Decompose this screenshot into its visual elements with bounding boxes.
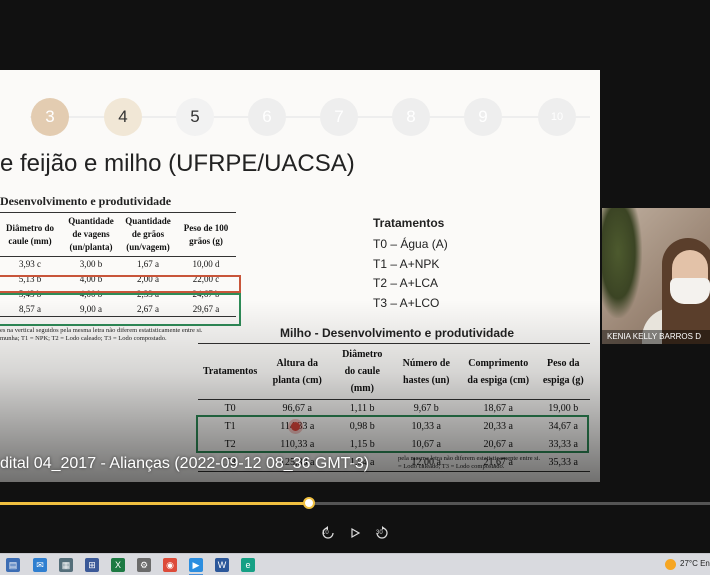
table-cell: 10,00 d <box>192 259 220 270</box>
treatments-list: T0 – Água (A) T1 – A+NPK T2 – A+LCA T3 –… <box>373 235 448 313</box>
participant-name: KENIA KELLY BARROS D <box>602 330 710 344</box>
presentation-slide: 3 4 5 6 7 8 9 10 e feijão e milho (UFRPE… <box>0 70 600 482</box>
video-title: dital 04_2017 - Alianças (2022-09-12 08_… <box>0 455 370 472</box>
table-header: Diâmetro do caule (mm) <box>332 343 393 400</box>
calculator-icon[interactable]: ▦ <box>59 558 73 572</box>
table-cell: 1,67 a <box>137 259 159 270</box>
highlight-box-red <box>0 275 241 293</box>
progress-thumb[interactable] <box>303 497 315 509</box>
highlight-box-green <box>0 293 241 326</box>
step-5: 5 <box>176 98 214 136</box>
weather-icon[interactable] <box>665 559 676 570</box>
step-9: 9 <box>464 98 502 136</box>
play-button[interactable] <box>346 524 364 542</box>
table-cell: 35,33 a <box>536 453 591 472</box>
step-indicator: 3 4 5 6 7 8 9 10 <box>0 98 600 138</box>
table-header: Tratamentos <box>198 343 263 400</box>
bean-table-footnote: es na vertical seguidos pela mesma letra… <box>0 327 203 343</box>
step-8: 8 <box>392 98 430 136</box>
table-header: Diâmetro do caule (mm) <box>0 211 62 258</box>
highlight-box-green <box>196 415 589 453</box>
word-icon[interactable]: W <box>215 558 229 572</box>
footnote-line: pela mesma letra não diferem estatistica… <box>398 455 541 462</box>
chrome-icon[interactable]: ◉ <box>163 558 177 572</box>
pointer-cursor <box>291 422 300 431</box>
table-cell: 3,00 b <box>79 259 103 270</box>
step-7: 7 <box>320 98 358 136</box>
step-6: 6 <box>248 98 286 136</box>
treatments-title: Tratamentos <box>373 216 445 230</box>
table-header: Peso de 100 grãos (g) <box>176 211 236 258</box>
settings-icon[interactable]: ⚙ <box>137 558 151 572</box>
webcam-plant <box>602 208 642 318</box>
progress-fill <box>0 502 309 505</box>
footnote-line: munha; T1 = NPK; T2 = Lodo caleado; T3 =… <box>0 334 167 342</box>
forward-seconds: 30 <box>376 530 383 536</box>
treatment-item: T1 – A+NPK <box>373 256 440 271</box>
treatment-item: T2 – A+LCA <box>373 276 439 290</box>
webcam-person-mask <box>670 278 710 304</box>
taskbar: ▤ ✉ ▦ ⊞ X ⚙ ◉ ▶ W e 27°C En <box>0 553 710 575</box>
bean-table-title: Desenvolvimento e produtividade <box>0 194 172 208</box>
table-header: Número de hastes (un) <box>392 343 461 400</box>
rewind-seconds: 10 <box>322 530 329 536</box>
excel-icon[interactable]: X <box>111 558 125 572</box>
play-icon <box>351 527 361 539</box>
meeting-recording-screen: 3 4 5 6 7 8 9 10 e feijão e milho (UFRPE… <box>0 0 710 575</box>
network-icon[interactable]: ⊞ <box>85 558 99 572</box>
weather-temperature: 27°C En <box>680 559 710 568</box>
corn-table-title: Milho - Desenvolvimento e produtividade <box>280 326 515 340</box>
footnote-line: es na vertical seguidos pela mesma letra… <box>0 327 203 334</box>
corn-table-footnote: pela mesma letra não diferem estatistica… <box>398 455 540 471</box>
step-4: 4 <box>104 98 142 136</box>
app-icon[interactable]: ▤ <box>6 558 20 572</box>
table-header: Peso da espiga (g) <box>536 343 591 400</box>
table-header: Altura da planta (cm) <box>262 343 333 400</box>
step-10: 10 <box>538 98 576 136</box>
footnote-line: = Lodo caleado; T3 = Lodo compostado. <box>398 462 505 470</box>
step-3: 3 <box>31 98 69 136</box>
treatment-item: T0 – Água (A) <box>373 237 448 251</box>
edge-icon[interactable]: e <box>241 558 255 572</box>
media-player-icon[interactable]: ▶ <box>189 558 203 572</box>
treatment-item: T3 – A+LCO <box>373 295 440 310</box>
mail-icon[interactable]: ✉ <box>33 558 47 572</box>
table-header: Comprimento da espiga (cm) <box>460 343 537 400</box>
slide-title: e feijão e milho (UFRPE/UACSA) <box>0 150 355 177</box>
table-header: Quantidade de vagens (un/planta) <box>62 211 120 258</box>
table-cell: 3,93 c <box>19 259 41 270</box>
table-header: Quantidade de grãos (un/vagem) <box>120 211 176 258</box>
table-row: 3,93 c 3,00 b 1,67 a 10,00 d <box>0 257 236 272</box>
webcam-tile: KENIA KELLY BARROS D <box>602 208 710 344</box>
